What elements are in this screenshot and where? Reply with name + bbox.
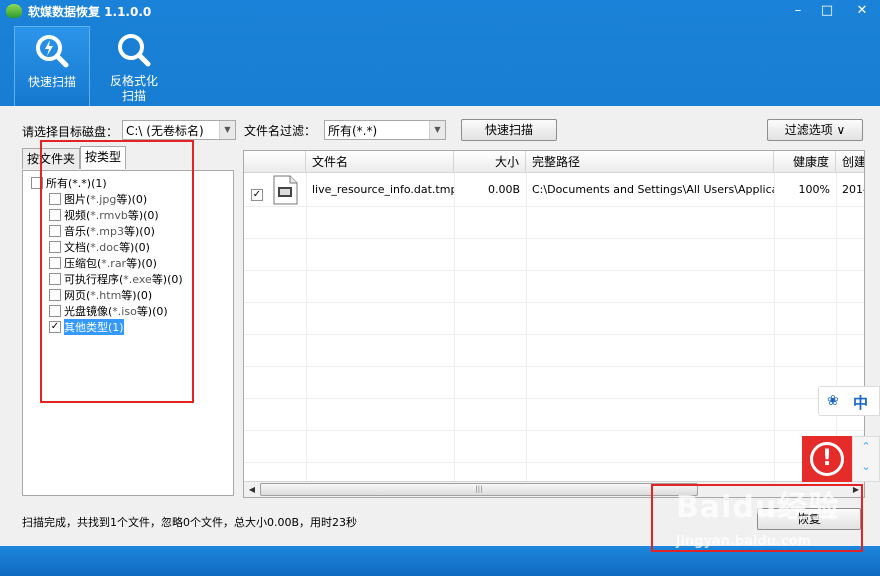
grid-line — [836, 173, 837, 481]
row-divider — [244, 366, 864, 367]
row-divider — [244, 462, 864, 463]
quick-scan-tool-button[interactable]: 快速扫描 — [14, 26, 90, 106]
header-created[interactable]: 创建 — [836, 151, 864, 173]
ime-language: 中 — [853, 394, 869, 412]
row-checkbox[interactable]: ✓ — [251, 189, 263, 201]
chevron-down-icon[interactable]: ⌄ — [853, 457, 879, 477]
header-filename[interactable]: 文件名 — [306, 151, 454, 173]
minimize-button[interactable]: – — [786, 2, 810, 20]
row-divider — [244, 238, 864, 239]
grid-line — [454, 173, 455, 481]
watermark: Baidu经验 — [676, 490, 840, 525]
alert-icon: ! — [810, 442, 844, 476]
row-divider — [244, 206, 864, 207]
row-divider — [244, 398, 864, 399]
widget-scroll[interactable]: ⌃ ⌄ — [852, 436, 880, 482]
disk-select-value: C:\ (无卷标名) — [126, 123, 204, 138]
file-list: 文件名 大小 完整路径 健康度 创建 ✓ live_resource_info. — [243, 150, 865, 498]
table-row[interactable]: ✓ live_resource_info.dat.tmp 0.00B C:\Do… — [244, 174, 864, 206]
app-logo-icon — [6, 4, 22, 18]
chevron-down-icon: ▼ — [429, 121, 445, 139]
row-created: 2014 — [842, 183, 864, 196]
header-path[interactable]: 完整路径 — [526, 151, 774, 173]
row-filename: live_resource_info.dat.tmp — [312, 183, 454, 196]
unformat-scan-label-1: 反格式化 — [109, 74, 158, 88]
status-text: 扫描完成，共找到1个文件，忽略0个文件，总大小0.00B，用时23秒 — [22, 516, 358, 529]
disk-select[interactable]: C:\ (无卷标名) ▼ — [122, 120, 236, 140]
app-title: 软媒数据恢复 1.1.0.0 — [28, 4, 152, 19]
ime-toolbar[interactable]: ❀ 中 — [818, 386, 880, 416]
grid-line — [774, 173, 775, 481]
row-divider — [244, 430, 864, 431]
chevron-down-icon: ▼ — [219, 121, 235, 139]
disk-label: 请选择目标磁盘： — [22, 125, 119, 139]
row-divider — [244, 270, 864, 271]
chevron-up-icon[interactable]: ⌃ — [853, 437, 879, 457]
alert-widget[interactable]: ! — [802, 436, 852, 482]
row-health: 100% — [798, 183, 830, 196]
row-divider — [244, 302, 864, 303]
scroll-left-icon[interactable]: ◀ — [244, 482, 260, 497]
magnifier-icon — [118, 34, 151, 67]
list-header: 文件名 大小 完整路径 健康度 创建 — [244, 151, 864, 173]
main-toolbar: 快速扫描 反格式化 扫描 — [0, 22, 880, 106]
maximize-button[interactable]: □ — [815, 2, 839, 20]
quick-scan-tool-label: 快速扫描 — [27, 75, 76, 89]
header-spacer — [244, 151, 306, 173]
filter-select[interactable]: 所有(*.*) ▼ — [324, 120, 446, 140]
filter-label: 文件名过滤： — [244, 124, 317, 138]
quick-scan-button[interactable]: 快速扫描 — [461, 119, 557, 141]
row-size: 0.00B — [487, 183, 520, 196]
row-divider — [244, 334, 864, 335]
magnifier-bolt-icon — [36, 35, 69, 68]
grid-line — [526, 173, 527, 481]
paw-icon: ❀ — [827, 393, 839, 409]
app-window: 软媒数据恢复 1.1.0.0 – □ ✕ 快速扫描 反格式化 扫描 请选择目标磁… — [0, 0, 880, 576]
filter-select-value: 所有(*.*) — [328, 123, 378, 138]
title-bar: 软媒数据恢复 1.1.0.0 – □ ✕ — [0, 0, 880, 22]
unformat-scan-tool-button[interactable]: 反格式化 扫描 — [96, 26, 172, 106]
grid-line — [306, 173, 307, 481]
header-health[interactable]: 健康度 — [774, 151, 836, 173]
watermark-url: jingyan.baidu.com — [676, 534, 812, 549]
unformat-scan-label-2: 扫描 — [121, 89, 146, 103]
close-button[interactable]: ✕ — [850, 2, 874, 20]
row-path: C:\Documents and Settings\All Users\Appl… — [532, 183, 774, 196]
header-size[interactable]: 大小 — [454, 151, 526, 173]
file-icon — [273, 175, 298, 205]
annotation-box-tree — [40, 140, 194, 403]
filter-options-button[interactable]: 过滤选项 ∨ — [767, 119, 863, 141]
scrollbar-thumb[interactable]: ||| — [260, 483, 698, 496]
